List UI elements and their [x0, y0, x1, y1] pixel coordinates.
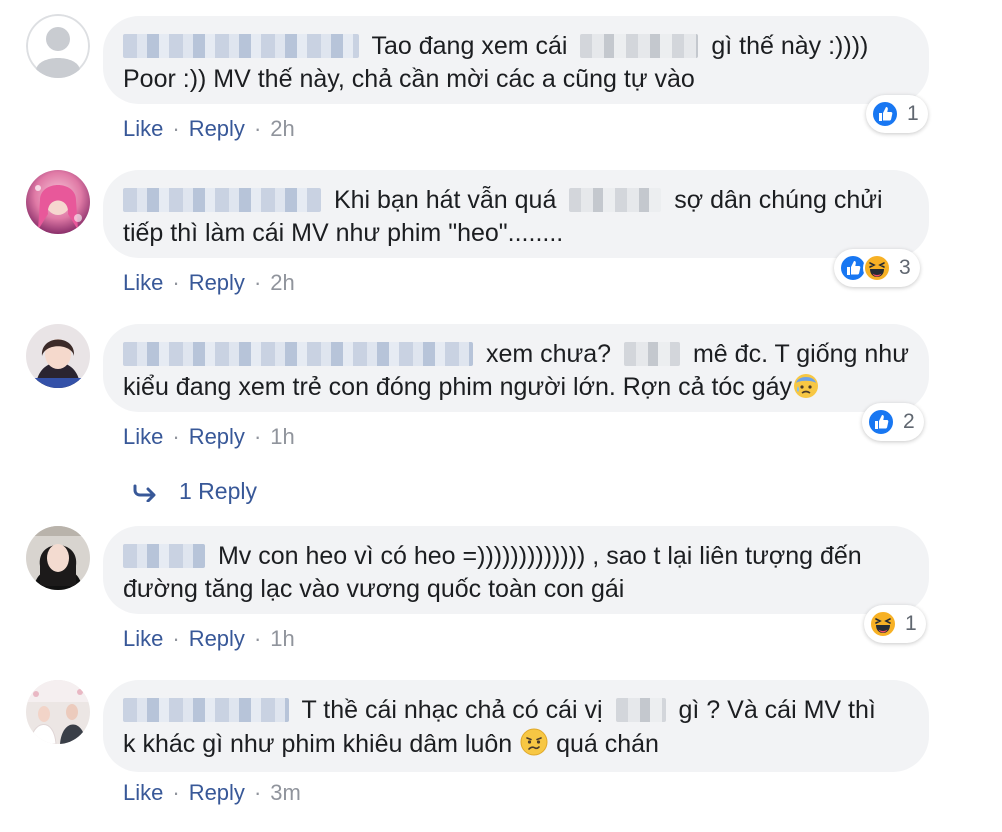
comment-actions: Like · Reply · 2h [123, 116, 295, 142]
replies-count-label[interactable]: 1 Reply [179, 478, 257, 505]
redacted-name[interactable] [123, 544, 205, 568]
separator: · [172, 116, 180, 141]
redacted-text [615, 698, 666, 722]
reaction-summary[interactable]: 2 [862, 403, 924, 441]
comment-actions: Like · Reply · 3m [123, 780, 301, 806]
reply-arrow-icon [133, 484, 156, 502]
separator: · [253, 116, 262, 141]
separator: · [253, 424, 262, 449]
redacted-name[interactable] [123, 698, 289, 722]
comment-text: Tao đang xem cái [371, 32, 568, 60]
reaction-summary[interactable]: 3 [834, 249, 920, 287]
comment-time[interactable]: 2h [270, 116, 294, 141]
avatar[interactable] [26, 680, 90, 744]
separator: · [253, 780, 262, 805]
like-link[interactable]: Like [123, 270, 163, 295]
comment-text: k khác gì như phim khiêu dâm luôn [123, 730, 513, 758]
avatar[interactable] [26, 526, 90, 590]
redacted-text [624, 342, 681, 366]
comment-bubble: Mv con heo vì có heo =))))))))))))) , sa… [103, 526, 929, 614]
separator: · [172, 780, 180, 805]
comment-text: Poor :)) MV thế này, chả cần mời các a c… [123, 65, 695, 93]
reaction-count: 2 [903, 410, 915, 433]
comment-actions: Like · Reply · 2h [123, 270, 295, 296]
comment-bubble: Khi bạn hát vẫn quá sợ dân chúng chửi ti… [103, 170, 929, 258]
comment-text: Khi bạn hát vẫn quá [333, 186, 557, 214]
comment-time[interactable]: 1h [270, 626, 294, 651]
separator: · [172, 626, 180, 651]
comment-bubble: T thề cái nhạc chả có cái vị gì ? Và cái… [103, 680, 929, 772]
haha-icon [863, 254, 891, 282]
separator: · [172, 424, 180, 449]
reaction-count: 1 [905, 612, 917, 635]
reply-link[interactable]: Reply [189, 424, 245, 449]
comment-bubble: xem chưa? mê đc. T giống như kiểu đang x… [103, 324, 929, 412]
reaction-count: 3 [899, 256, 911, 279]
separator: · [172, 270, 180, 295]
comment-time[interactable]: 3m [270, 780, 301, 805]
comment-time[interactable]: 2h [270, 270, 294, 295]
avatar[interactable] [26, 324, 90, 388]
comment-text: T thề cái nhạc chả có cái vị [301, 696, 603, 724]
reply-link[interactable]: Reply [189, 116, 245, 141]
comment-text: Mv con heo vì có heo =))))))))))))) , sa… [217, 542, 862, 570]
comment-actions: Like · Reply · 1h [123, 626, 295, 652]
comment-time[interactable]: 1h [270, 424, 294, 449]
separator: · [253, 270, 262, 295]
like-link[interactable]: Like [123, 626, 163, 651]
like-link[interactable]: Like [123, 780, 163, 805]
confused-emoji-icon [520, 728, 548, 756]
sweat-emoji-icon [794, 374, 819, 398]
comment-text: xem chưa? [485, 340, 612, 368]
redacted-name[interactable] [123, 188, 321, 212]
redacted-text [569, 188, 662, 212]
like-icon [871, 100, 899, 128]
redacted-name[interactable] [123, 34, 359, 58]
comment-bubble: Tao đang xem cái gì thế này :)))) Poor :… [103, 16, 929, 104]
avatar-placeholder-icon[interactable] [26, 14, 90, 78]
comment-text: sợ dân chúng chửi [674, 186, 883, 214]
view-replies-link[interactable]: 1 Reply [133, 478, 257, 505]
comment-text: kiểu đang xem trẻ con đóng phim người lớ… [123, 373, 793, 401]
like-link[interactable]: Like [123, 116, 163, 141]
comment-actions: Like · Reply · 1h [123, 424, 295, 450]
comment-text: gì ? Và cái MV thì [678, 696, 876, 724]
reaction-summary[interactable]: 1 [866, 95, 928, 133]
comment-text: quá chán [556, 730, 659, 758]
reply-link[interactable]: Reply [189, 626, 245, 651]
reaction-summary[interactable]: 1 [864, 605, 926, 643]
like-icon [867, 408, 895, 436]
reply-link[interactable]: Reply [189, 270, 245, 295]
redacted-name[interactable] [123, 342, 473, 366]
haha-icon [869, 610, 897, 638]
comment-text: đường tăng lạc vào vương quốc toàn con g… [123, 575, 625, 603]
redacted-text [580, 34, 699, 58]
comment-text: tiếp thì làm cái MV như phim "heo"......… [123, 219, 564, 247]
comment-text: gì thế này :)))) [711, 32, 869, 60]
comment-text: mê đc. T giống như [692, 340, 909, 368]
separator: · [253, 626, 262, 651]
reaction-count: 1 [907, 102, 919, 125]
reply-link[interactable]: Reply [189, 780, 245, 805]
like-link[interactable]: Like [123, 424, 163, 449]
avatar[interactable] [26, 170, 90, 234]
